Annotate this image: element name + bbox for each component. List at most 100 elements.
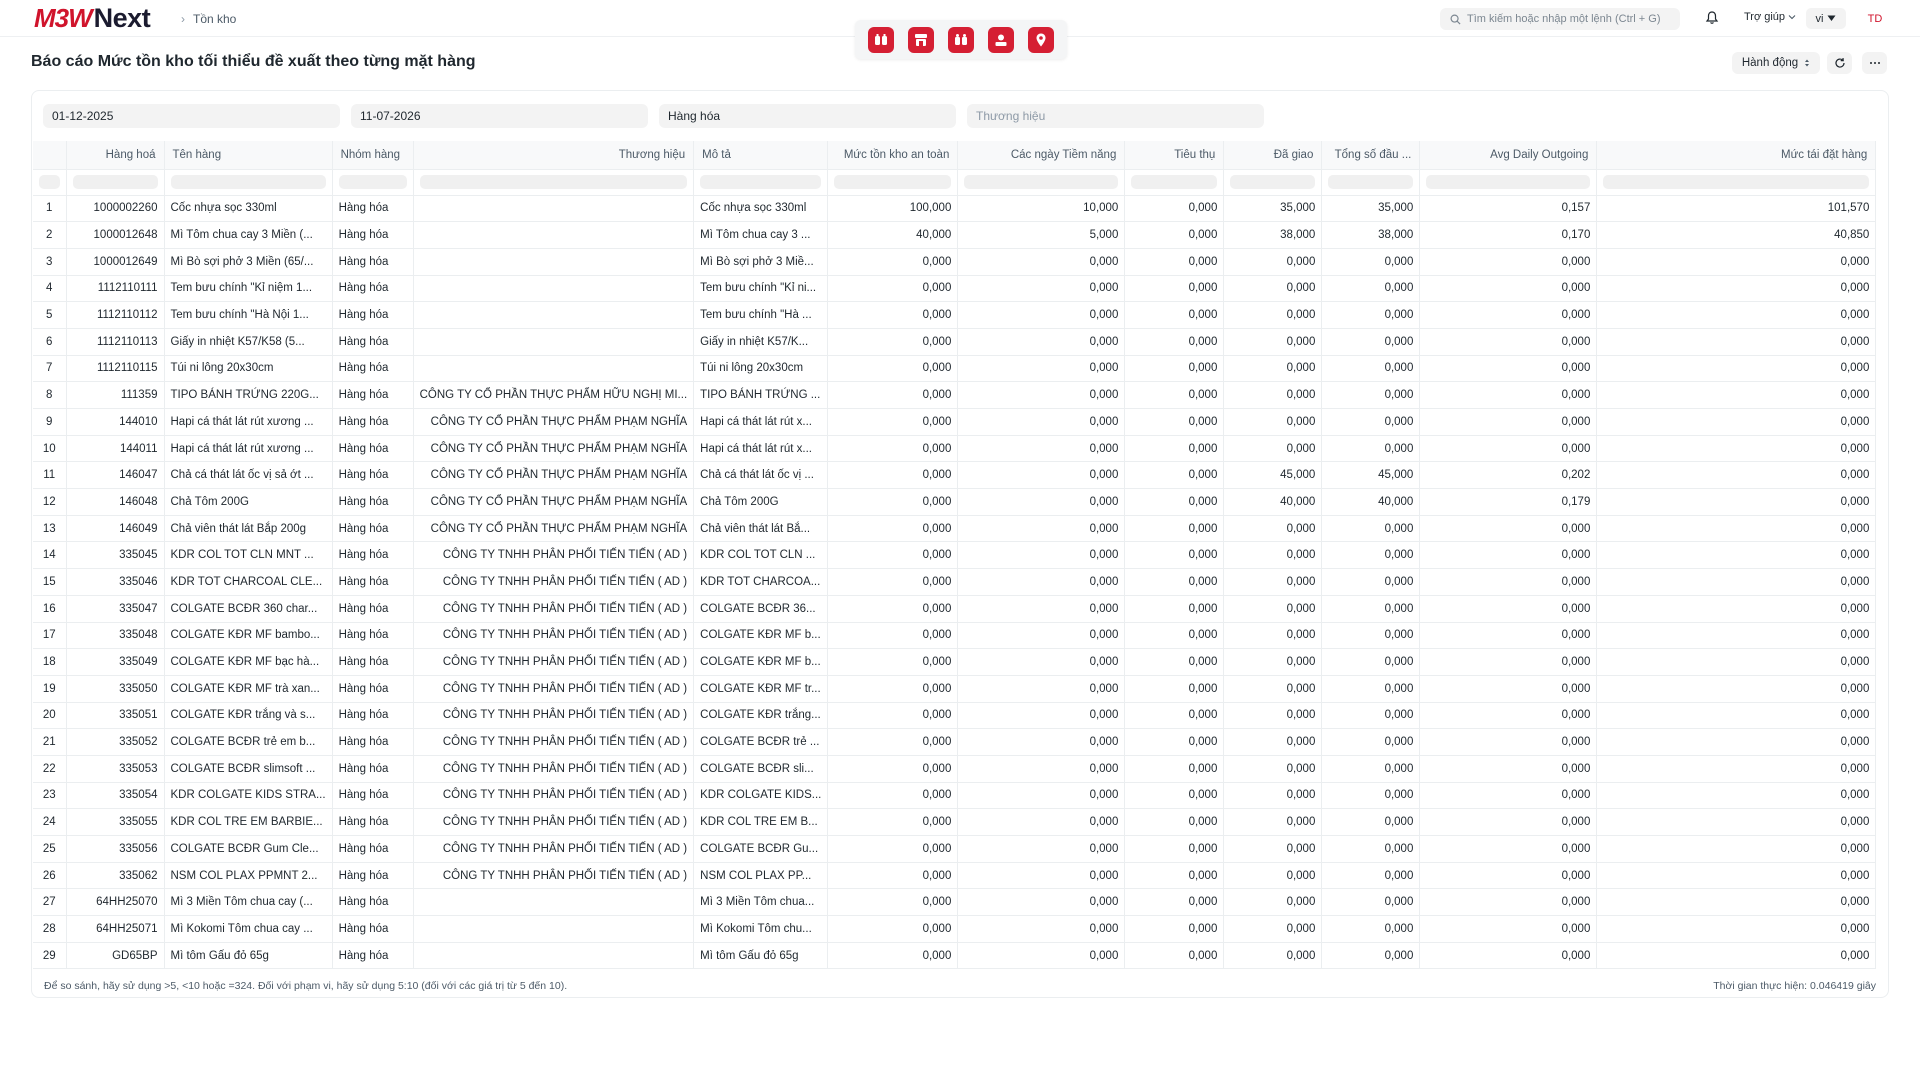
table-cell: 0,000 [1124, 541, 1225, 570]
column-header[interactable]: Đã giao [1223, 141, 1323, 170]
table-row[interactable]: 15 335046 KDR TOT CHARCOAL CLE... Hàng hóa C… [33, 568, 1877, 596]
table-row[interactable]: 8 111359 TIPO BÁNH TRỨNG 220G... Hàng hóa CÔ… [33, 381, 1877, 409]
column-header[interactable]: Nhóm hàng [332, 141, 414, 170]
column-filter-input[interactable] [39, 175, 60, 189]
column-header[interactable]: Mức tồn kho an toàn [827, 141, 959, 170]
breadcrumb-current[interactable]: Tồn kho [193, 12, 236, 26]
table-cell: 0,000 [1223, 328, 1323, 356]
table-row[interactable]: 10 144011 Hapi cá thát lát rút xương ... Hà… [33, 435, 1877, 463]
column-filter-input[interactable] [1131, 175, 1218, 189]
table-row[interactable]: 6 1112110113 Giấy in nhiệt K57/K58 (5... Hà… [33, 328, 1877, 356]
table-cell: COLGATE KĐR MF bạc hà... [164, 648, 333, 676]
table-cell: 335051 [66, 702, 165, 730]
table-row[interactable]: 2 1000012648 Mì Tôm chua cay 3 Miền (... Hà… [33, 221, 1877, 249]
table-row[interactable]: 25 335056 COLGATE BCĐR Gum Cle... Hàng hóa C… [33, 835, 1877, 863]
column-filter-input[interactable] [834, 175, 952, 189]
table-cell: COLGATE BCĐR trẻ em b... [164, 728, 333, 756]
search-bar[interactable] [1440, 8, 1680, 30]
table-row[interactable]: 21 335052 COLGATE BCĐR trẻ em b... Hàng hóa… [33, 728, 1877, 756]
table-row[interactable]: 13 146049 Chả viên thát lát Bắp 200g Hàng h… [33, 515, 1877, 543]
table-cell: 0,000 [1419, 888, 1598, 917]
table-cell: CÔNG TY TNHH PHÂN PHỐI TIẾN TIẾN ( AD ) [413, 568, 695, 596]
table-row[interactable]: 19 335050 COLGATE KĐR MF trà xan... Hàng hó… [33, 675, 1877, 703]
brand-filter[interactable]: Thương hiệu [967, 104, 1264, 128]
column-filter-input[interactable] [338, 175, 407, 189]
column-filter-input[interactable] [419, 175, 688, 189]
column-header[interactable]: Avg Daily Outgoing [1419, 141, 1598, 170]
column-filter-input[interactable] [170, 175, 326, 189]
column-header[interactable]: Tiêu thụ [1124, 141, 1225, 170]
table-cell: 0,000 [827, 541, 959, 570]
column-filter-input[interactable] [1230, 175, 1316, 189]
page-title: Báo cáo Mức tồn kho tối thiểu đề xuất th… [31, 53, 476, 70]
table-row[interactable]: 22 335053 COLGATE BCĐR slimsoft ... Hàng hó… [33, 755, 1877, 783]
language-select[interactable]: vi [1806, 8, 1846, 29]
table-cell: 0,000 [957, 808, 1126, 836]
table-cell: COLGATE KĐR MF b... [693, 648, 829, 676]
table-cell: Hàng hóa [332, 808, 414, 836]
table-cell: 0,000 [1223, 942, 1323, 970]
table-cell: 0,000 [1419, 702, 1598, 730]
column-filter-input[interactable] [700, 175, 822, 189]
table-cell: KDR COL TRE EM BARBIE... [164, 808, 333, 836]
table-row[interactable]: 1 1000002260 Cốc nhựa sọc 330ml Hàng hóa Cốc… [33, 195, 1877, 223]
table-cell: 45,000 [1321, 461, 1421, 490]
table-row[interactable]: 24 335055 KDR COL TRE EM BARBIE... Hàng hóa… [33, 808, 1877, 836]
column-header[interactable]: Mô tả [693, 141, 829, 170]
table-cell: 0,000 [1419, 728, 1598, 756]
column-header[interactable]: Mức tái đặt hàng [1596, 141, 1877, 170]
item-group-filter[interactable]: Hàng hóa [659, 104, 956, 128]
table-row[interactable]: 26 335062 NSM COL PLAX PPMNT 2... Hàng hóa C… [33, 862, 1877, 890]
table-row[interactable]: 20 335051 COLGATE KĐR trắng và s... Hàng hó… [33, 702, 1877, 730]
table-row[interactable]: 5 1112110112 Tem bưu chính "Hà Nội 1... Hàn… [33, 301, 1877, 329]
search-input[interactable] [1467, 13, 1667, 25]
table-row[interactable]: 23 335054 KDR COLGATE KIDS STRA... Hàng hóa… [33, 782, 1877, 810]
table-row[interactable]: 27 64HH25070 Mì 3 Miền Tôm chua cay (... Hà… [33, 888, 1877, 917]
help-menu[interactable]: Trợ giúp [1744, 11, 1796, 23]
column-header[interactable]: Tổng số đầu ... [1321, 141, 1421, 170]
column-header[interactable]: Thương hiệu [413, 141, 695, 170]
table-row[interactable]: 29 GD65BP Mì tôm Gấu đỏ 65g Hàng hóa Mì tôm … [33, 942, 1877, 970]
table-row[interactable]: 9 144010 Hapi cá thát lát rút xương ... Hàn… [33, 408, 1877, 436]
table-row[interactable]: 3 1000012649 Mì Bò sợi phở 3 Miền (65/... H… [33, 248, 1877, 276]
table-cell: 0,000 [957, 461, 1126, 490]
table-row[interactable]: 11 146047 Chả cá thát lát ốc vị sả ớt ... H… [33, 461, 1877, 490]
app-shortcut-5[interactable] [1028, 26, 1054, 53]
bell-icon[interactable] [1704, 10, 1720, 26]
table-cell: 0,000 [827, 808, 959, 836]
app-shortcut-3[interactable] [948, 26, 974, 53]
table-row[interactable]: 16 335047 COLGATE BCĐR 360 char... Hàng hóa… [33, 595, 1877, 623]
table-cell: 335055 [66, 808, 165, 836]
table-row[interactable]: 12 146048 Chả Tôm 200G Hàng hóa CÔNG TY CỔ P… [33, 488, 1877, 516]
table-cell: 0,000 [1596, 248, 1877, 276]
refresh-button[interactable] [1827, 52, 1852, 74]
app-shortcut-2[interactable] [908, 26, 934, 53]
more-button[interactable] [1862, 52, 1887, 74]
column-filter-input[interactable] [964, 175, 1119, 189]
logo[interactable]: M3W Next [34, 3, 151, 33]
app-shortcut-1[interactable] [868, 26, 894, 53]
table-cell: 0,000 [1596, 808, 1877, 836]
from-date-filter[interactable]: 01-12-2025 [43, 104, 340, 128]
table-row[interactable]: 14 335045 KDR COL TOT CLN MNT ... Hàng hóa C… [33, 541, 1877, 570]
column-header[interactable]: Hàng hoá [66, 141, 165, 170]
row-index: 9 [33, 408, 67, 436]
table-row[interactable]: 28 64HH25071 Mì Kokomi Tôm chua cay ... Hàn… [33, 915, 1877, 943]
table-row[interactable]: 4 1112110111 Tem bưu chính "Kỉ niệm 1... Hà… [33, 275, 1877, 303]
table-row[interactable]: 18 335049 COLGATE KĐR MF bạc hà... Hàng hóa… [33, 648, 1877, 676]
to-date-filter[interactable]: 11-07-2026 [351, 104, 648, 128]
column-filter-input[interactable] [72, 175, 158, 189]
table-row[interactable]: 7 1112110115 Túi ni lông 20x30cm Hàng hóa Tú… [33, 355, 1877, 383]
table-cell: 0,000 [1596, 541, 1877, 570]
column-filter-input[interactable] [1328, 175, 1414, 189]
column-header[interactable]: Tên hàng [164, 141, 333, 170]
table-row[interactable]: 17 335048 COLGATE KĐR MF bambo... Hàng hóa C… [33, 622, 1877, 650]
table-cell: 0,000 [1419, 355, 1598, 383]
actions-button[interactable]: Hành động [1732, 52, 1820, 74]
column-filter-input[interactable] [1603, 175, 1870, 189]
column-filter-input[interactable] [1426, 175, 1591, 189]
avatar[interactable]: TD [1862, 6, 1888, 32]
table-cell: Hàng hóa [332, 301, 414, 329]
app-shortcut-4[interactable] [988, 26, 1014, 53]
column-header[interactable]: Các ngày Tiềm năng [957, 141, 1126, 170]
